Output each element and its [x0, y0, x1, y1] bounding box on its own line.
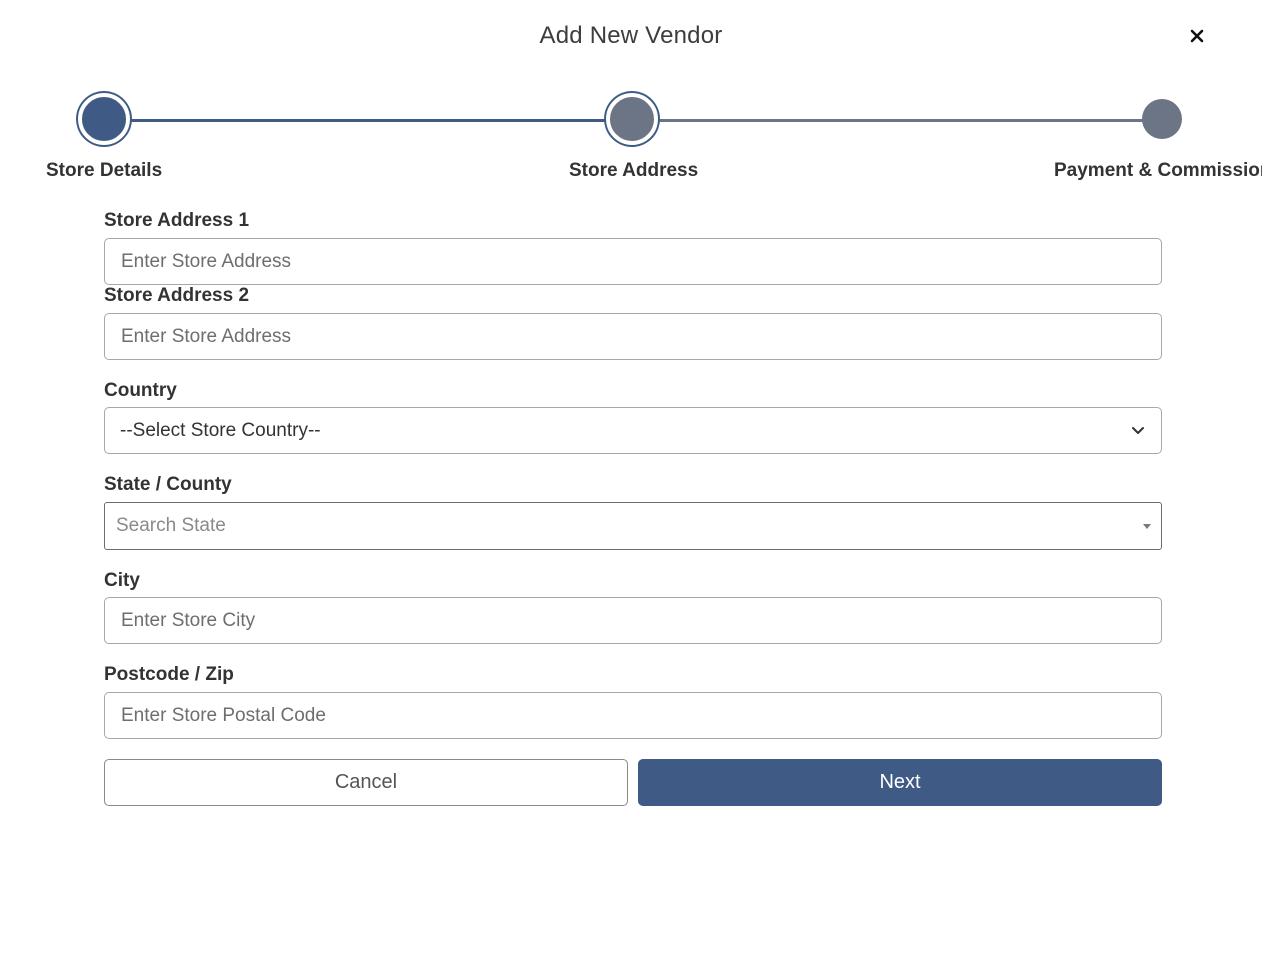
step-label-payment-commission: Payment & Commission: [1054, 160, 1262, 181]
stepper-connector-1: [104, 119, 632, 122]
city-input[interactable]: [105, 598, 1161, 643]
state-county-label: State / County: [104, 474, 232, 495]
step-indicator-store-address[interactable]: [606, 93, 658, 145]
step-indicator-payment-commission[interactable]: [1142, 99, 1182, 139]
chevron-down-icon: [1131, 424, 1145, 438]
close-button[interactable]: [1183, 24, 1211, 48]
store-address-1-label: Store Address 1: [104, 210, 250, 231]
country-select[interactable]: --Select Store Country--: [104, 407, 1162, 454]
next-button[interactable]: Next: [638, 759, 1162, 806]
step-label-store-details: Store Details: [46, 160, 163, 181]
city-field: [104, 597, 1162, 644]
step-label-store-address: Store Address: [569, 160, 699, 181]
postcode-label: Postcode / Zip: [104, 664, 234, 685]
state-search-select[interactable]: [104, 502, 1162, 550]
country-selected-value: --Select Store Country--: [120, 419, 321, 441]
store-address-2-input[interactable]: [105, 314, 1161, 359]
postcode-input[interactable]: [105, 693, 1161, 738]
store-address-2-field: [104, 313, 1162, 360]
city-label: City: [104, 570, 140, 591]
modal-title: Add New Vendor: [539, 22, 723, 49]
step-indicator-store-details[interactable]: [78, 93, 130, 145]
store-address-1-input[interactable]: [105, 239, 1161, 284]
state-search-input[interactable]: [105, 503, 1143, 549]
close-icon: [1190, 29, 1204, 43]
store-address-1-field: [104, 238, 1162, 285]
caret-down-icon: [1143, 523, 1151, 529]
postcode-field: [104, 692, 1162, 739]
country-label: Country: [104, 380, 177, 401]
add-vendor-modal: Add New Vendor Store Details Store Addre…: [0, 0, 1262, 979]
cancel-button[interactable]: Cancel: [104, 759, 628, 806]
store-address-2-label: Store Address 2: [104, 285, 250, 306]
stepper-connector-2: [632, 119, 1162, 122]
